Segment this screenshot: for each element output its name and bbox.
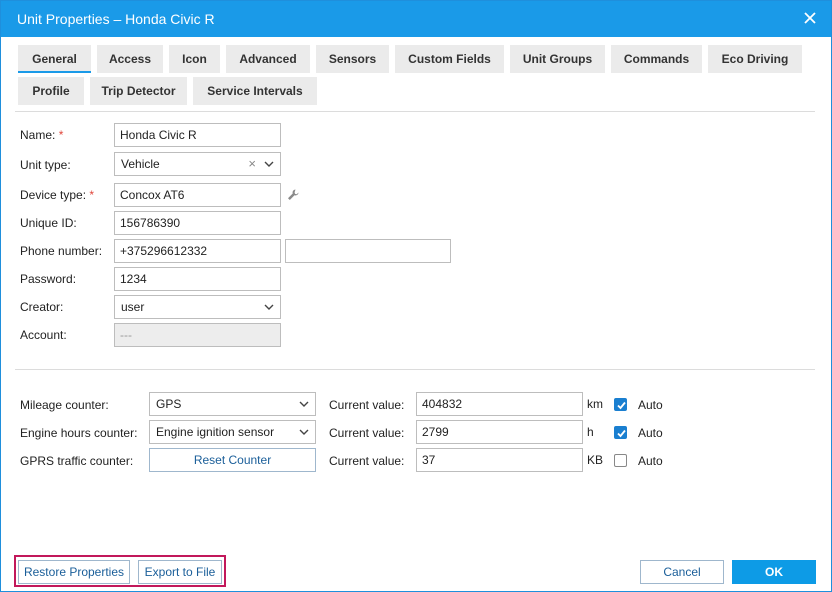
clear-icon[interactable]: × bbox=[248, 153, 256, 175]
dialog-title: Unit Properties – Honda Civic R bbox=[17, 11, 215, 27]
tab-eco-driving[interactable]: Eco Driving bbox=[708, 45, 802, 73]
restore-properties-button[interactable]: Restore Properties bbox=[18, 560, 130, 584]
mileage-unit: km bbox=[587, 397, 603, 411]
tabs-divider bbox=[15, 111, 815, 112]
phone-number-label: Phone number: bbox=[20, 244, 103, 258]
unit-properties-dialog: Unit Properties – Honda Civic R General … bbox=[0, 0, 832, 592]
password-label: Password: bbox=[20, 272, 77, 286]
tab-advanced[interactable]: Advanced bbox=[226, 45, 310, 73]
engine-unit: h bbox=[587, 425, 594, 439]
tab-trip-detector[interactable]: Trip Detector bbox=[90, 77, 187, 105]
engine-auto-label: Auto bbox=[638, 426, 663, 440]
reset-counter-button[interactable]: Reset Counter bbox=[149, 448, 316, 472]
creator-label: Creator: bbox=[20, 300, 64, 314]
tab-access[interactable]: Access bbox=[97, 45, 163, 73]
password-field[interactable] bbox=[114, 267, 281, 291]
close-icon[interactable] bbox=[801, 9, 819, 27]
device-type-field[interactable] bbox=[114, 183, 281, 207]
mileage-auto-checkbox[interactable] bbox=[614, 398, 627, 411]
mileage-current-value-label: Current value: bbox=[329, 398, 405, 412]
tab-profile[interactable]: Profile bbox=[18, 77, 84, 105]
export-to-file-button[interactable]: Export to File bbox=[138, 560, 222, 584]
creator-value: user bbox=[121, 300, 145, 314]
gprs-unit: KB bbox=[587, 453, 604, 467]
tab-sensors[interactable]: Sensors bbox=[316, 45, 389, 73]
mileage-auto-label: Auto bbox=[638, 398, 663, 412]
unit-type-value: Vehicle bbox=[121, 157, 160, 171]
gprs-current-value-field[interactable] bbox=[416, 448, 583, 472]
wrench-icon[interactable] bbox=[286, 188, 300, 202]
title-bar: Unit Properties – Honda Civic R bbox=[1, 1, 831, 37]
tab-custom-fields[interactable]: Custom Fields bbox=[395, 45, 504, 73]
creator-select[interactable]: user bbox=[114, 295, 281, 319]
tab-unit-groups[interactable]: Unit Groups bbox=[510, 45, 605, 73]
engine-auto-checkbox[interactable] bbox=[614, 426, 627, 439]
account-label: Account: bbox=[20, 328, 67, 342]
mileage-current-value-field[interactable] bbox=[416, 392, 583, 416]
phone-number-field[interactable] bbox=[114, 239, 281, 263]
engine-hours-counter-label: Engine hours counter: bbox=[20, 426, 138, 440]
chevron-down-icon bbox=[264, 161, 274, 167]
cancel-button[interactable]: Cancel bbox=[640, 560, 724, 584]
engine-hours-counter-select[interactable]: Engine ignition sensor bbox=[149, 420, 316, 444]
tab-commands[interactable]: Commands bbox=[611, 45, 702, 73]
chevron-down-icon bbox=[299, 429, 309, 435]
gprs-auto-label: Auto bbox=[638, 454, 663, 468]
tab-general[interactable]: General bbox=[18, 45, 91, 73]
chevron-down-icon bbox=[264, 304, 274, 310]
gprs-auto-checkbox[interactable] bbox=[614, 454, 627, 467]
engine-current-value-field[interactable] bbox=[416, 420, 583, 444]
unique-id-field[interactable] bbox=[114, 211, 281, 235]
tab-icon[interactable]: Icon bbox=[169, 45, 220, 73]
engine-hours-counter-value: Engine ignition sensor bbox=[156, 425, 275, 439]
name-field[interactable] bbox=[114, 123, 281, 147]
unit-type-select[interactable]: Vehicle × bbox=[114, 152, 281, 176]
phone-number-2-field[interactable] bbox=[285, 239, 451, 263]
gprs-traffic-counter-label: GPRS traffic counter: bbox=[20, 454, 134, 468]
account-field bbox=[114, 323, 281, 347]
ok-button[interactable]: OK bbox=[732, 560, 816, 584]
section-divider bbox=[15, 369, 815, 370]
mileage-counter-value: GPS bbox=[156, 397, 182, 411]
mileage-counter-select[interactable]: GPS bbox=[149, 392, 316, 416]
gprs-current-value-label: Current value: bbox=[329, 454, 405, 468]
device-type-label: Device type: * bbox=[20, 188, 95, 202]
unique-id-label: Unique ID: bbox=[20, 216, 77, 230]
mileage-counter-label: Mileage counter: bbox=[20, 398, 109, 412]
tab-service-intervals[interactable]: Service Intervals bbox=[193, 77, 317, 105]
engine-current-value-label: Current value: bbox=[329, 426, 405, 440]
unit-type-label: Unit type: bbox=[20, 158, 71, 172]
chevron-down-icon bbox=[299, 401, 309, 407]
name-label: Name: * bbox=[20, 128, 64, 142]
